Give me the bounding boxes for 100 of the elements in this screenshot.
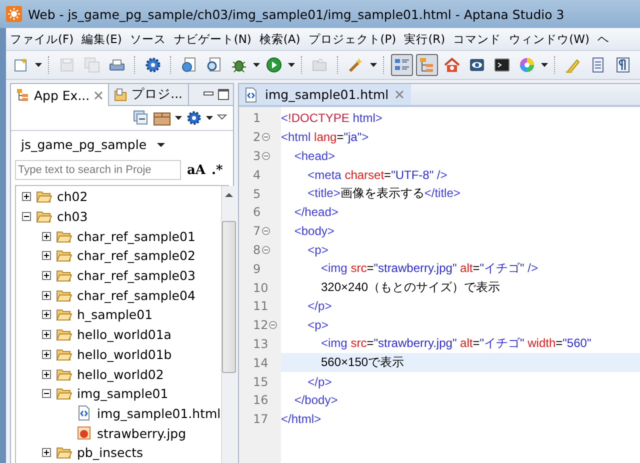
tree-item[interactable]: char_ref_sample03 — [77, 268, 196, 284]
expand-icon[interactable] — [22, 192, 31, 202]
line-number: 5 — [253, 186, 261, 201]
tree-item[interactable]: h_sample01 — [77, 307, 153, 322]
line-number: 6 — [253, 205, 261, 220]
html-file-icon — [76, 405, 92, 422]
folder-icon — [56, 348, 72, 361]
code-line: 560×150で表示 — [320, 354, 404, 372]
scroll-up-icon[interactable] — [224, 191, 233, 199]
code-line: <meta charset="UTF-8" /> — [306, 168, 448, 182]
search-field[interactable]: Type text to search in Proje — [15, 160, 181, 180]
tree-item[interactable]: char_ref_sample04 — [77, 288, 196, 303]
view-tab[interactable]: プロジ... — [108, 84, 189, 105]
line-number: 3 — [253, 148, 261, 163]
code-line: </body> — [293, 393, 338, 408]
expand-icon[interactable] — [42, 330, 51, 340]
html-file-icon — [243, 86, 259, 102]
collapse-all-icon[interactable] — [133, 110, 149, 126]
tree-item[interactable]: pb_insects — [77, 445, 144, 460]
package-icon[interactable] — [153, 110, 171, 126]
expand-icon[interactable] — [42, 271, 51, 280]
tree-item[interactable]: ch02 — [57, 189, 88, 204]
tree-icon[interactable] — [416, 54, 438, 76]
close-icon[interactable] — [394, 90, 404, 99]
code-line: <head> — [293, 148, 336, 163]
menu-item[interactable]: ナビゲート(N) — [170, 32, 256, 46]
line-number: 13 — [253, 336, 268, 351]
line-number: 4 — [253, 168, 261, 182]
line-number: 2 — [253, 130, 261, 144]
line-number: 12 — [253, 318, 268, 332]
regex-toggle[interactable]: .* — [212, 162, 223, 178]
menu-item[interactable]: ソース — [126, 32, 170, 46]
collapse-icon[interactable] — [22, 212, 31, 222]
fold-icon[interactable] — [262, 227, 270, 236]
tree-item[interactable]: strawberry.jpg — [97, 426, 186, 441]
code-line: <img src="strawberry.jpg" alt="イチゴ" /> — [320, 260, 538, 278]
folder-icon — [36, 210, 52, 224]
editor-tab[interactable]: img_sample01.html — [239, 84, 411, 105]
expand-icon[interactable] — [42, 290, 51, 300]
expand-icon[interactable] — [42, 448, 51, 458]
code-line: <p> — [306, 242, 328, 257]
tree-item[interactable]: ch03 — [57, 209, 88, 224]
tree-item[interactable]: img_sample01.html — [97, 406, 221, 421]
sun-icon — [6, 6, 22, 22]
tree-item[interactable]: hello_world02 — [77, 366, 164, 382]
menu-item[interactable]: コマンド — [449, 32, 506, 46]
menu-item[interactable]: 編集(E) — [78, 32, 126, 46]
scrollbar[interactable] — [220, 186, 236, 463]
menu-item[interactable]: ウィンドウ(W) — [505, 32, 594, 46]
case-sensitive-toggle[interactable]: aA — [187, 162, 206, 178]
code-line: <body> — [293, 224, 334, 238]
expand-icon[interactable] — [42, 251, 51, 260]
line-number: 1 — [253, 111, 261, 126]
line-number: 8 — [253, 242, 261, 257]
folder-icon — [114, 88, 128, 102]
line-number: 10 — [253, 280, 268, 295]
line-number: 7 — [253, 224, 261, 238]
fold-icon[interactable] — [269, 321, 278, 330]
expand-icon[interactable] — [42, 310, 51, 320]
fold-icon[interactable] — [262, 152, 270, 160]
folder-icon — [56, 288, 72, 302]
folder-icon — [56, 446, 72, 460]
fold-icon[interactable] — [262, 133, 270, 142]
gear-icon[interactable] — [186, 110, 202, 126]
tree-item[interactable]: char_ref_sample01 — [77, 228, 196, 244]
expand-icon[interactable] — [42, 232, 51, 241]
outline-icon[interactable] — [391, 54, 413, 76]
menu-item[interactable]: プロジェクト(P) — [304, 32, 400, 46]
tree-item[interactable]: char_ref_sample02 — [77, 248, 196, 264]
tree-item[interactable]: hello_world01a — [77, 327, 172, 342]
code-line: </head> — [293, 205, 338, 220]
maximize-icon[interactable] — [218, 89, 229, 100]
close-icon[interactable] — [94, 90, 103, 100]
expand-icon[interactable] — [42, 370, 51, 379]
line-number: 15 — [253, 374, 268, 389]
window-title: Web - js_game_pg_sample/ch03/img_sample01/img_sample01.html - Aptana Studio 3 — [28, 6, 564, 22]
fold-icon[interactable] — [262, 246, 270, 254]
folder-icon — [56, 328, 72, 342]
menu-item[interactable]: ヘ — [594, 32, 614, 46]
menu-item[interactable]: ファイル(F) — [6, 32, 78, 46]
code-line: </p> — [306, 374, 332, 389]
view-tab[interactable]: App Ex... — [11, 84, 109, 106]
image-file-icon — [76, 425, 92, 442]
collapse-icon[interactable] — [42, 389, 51, 398]
expand-icon[interactable] — [42, 350, 51, 359]
menu-item[interactable]: 実行(R) — [400, 32, 450, 46]
line-number: 11 — [253, 299, 268, 314]
code-line: </html> — [281, 412, 322, 426]
folder-icon — [36, 190, 52, 204]
dropdown-caret-icon[interactable] — [156, 142, 165, 148]
tree-item[interactable]: img_sample01 — [77, 386, 168, 402]
project-selector[interactable]: js_game_pg_sample — [21, 137, 147, 152]
line-number: 17 — [253, 412, 268, 426]
code-line: <img src="strawberry.jpg" alt="イチゴ" width="560" — [320, 335, 592, 352]
folder-icon — [56, 230, 72, 243]
menu-item[interactable]: 検索(A) — [255, 32, 304, 46]
folder-icon — [56, 387, 72, 400]
code-line: <p> — [306, 318, 328, 332]
line-number: 16 — [253, 393, 268, 408]
tree-item[interactable]: hello_world01b — [77, 346, 172, 362]
